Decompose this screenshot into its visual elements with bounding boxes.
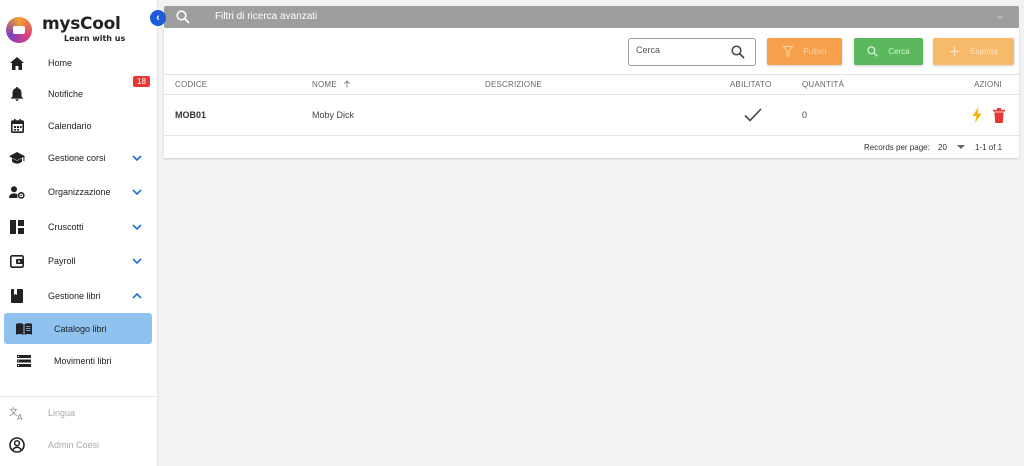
table-footer: Records per page: 20 1-1 of 1 <box>164 136 1019 158</box>
sidebar-item-user-account[interactable]: Admin Coesi <box>0 430 158 460</box>
pagination-range: 1-1 of 1 <box>975 143 1003 152</box>
column-header-abilitato[interactable]: ABILITATO <box>730 80 771 89</box>
cell-quantita: 0 <box>802 110 808 120</box>
chevron-left-icon: ‹ <box>156 12 160 24</box>
sidebar-item-label: Catalogo libri <box>54 323 107 334</box>
notification-badge: 18 <box>133 76 150 87</box>
sidebar-item-label: Gestione corsi <box>48 153 106 163</box>
sidebar-item-label: Calendario <box>48 121 92 131</box>
dropdown-arrow-icon[interactable] <box>957 145 965 149</box>
column-header-label: NOME <box>312 80 337 89</box>
advanced-filter-bar[interactable]: Filtri di ricerca avanzati <box>164 6 1019 28</box>
chevron-down-icon[interactable] <box>131 152 143 164</box>
cell-codice: MOB01 <box>175 110 207 120</box>
chevron-up-icon[interactable] <box>131 290 143 302</box>
search-input[interactable] <box>636 45 726 55</box>
sidebar-item-lingua[interactable]: 文A Lingua <box>0 398 158 428</box>
list-icon <box>16 353 32 369</box>
sidebar-item-label: Gestione libri <box>48 291 101 301</box>
sidebar-item-label: Movimenti libri <box>54 355 112 366</box>
app-name: mysCool <box>42 14 121 34</box>
sidebar-item-organizzazione[interactable]: Organizzazione <box>0 177 158 207</box>
sidebar-item-gestione-corsi[interactable]: Gestione corsi <box>0 143 158 173</box>
bell-icon <box>9 86 25 102</box>
chevron-down-icon[interactable] <box>131 186 143 198</box>
clear-button[interactable]: Pulisci <box>767 38 842 65</box>
search-icon <box>176 10 190 24</box>
filter-bar-title: Filtri di ricerca avanzati <box>215 11 318 22</box>
sidebar-item-cruscotti[interactable]: Cruscotti <box>0 212 158 242</box>
sidebar-item-label: Lingua <box>48 408 76 418</box>
sidebar-item-label: Payroll <box>48 256 76 266</box>
sidebar-item-label: Notifiche <box>48 89 84 99</box>
app-logo[interactable]: mysCool Learn with us <box>6 14 156 46</box>
sidebar-item-label: Home <box>48 58 73 68</box>
cell-nome: Moby Dick <box>312 110 355 120</box>
logo-icon <box>6 17 32 43</box>
chevron-down-icon[interactable] <box>131 221 143 233</box>
sidebar-item-home[interactable]: Home <box>0 48 158 78</box>
sidebar-item-movimenti-libri[interactable]: Movimenti libri <box>4 345 152 376</box>
table-header: CODICE NOME DESCRIZIONE ABILITATO QUANTI… <box>164 74 1019 95</box>
column-header-descrizione[interactable]: DESCRIZIONE <box>485 80 542 89</box>
sort-ascending-icon <box>344 80 351 88</box>
chevron-down-icon[interactable] <box>995 12 1005 22</box>
sidebar-item-gestione-libri[interactable]: Gestione libri <box>0 281 158 311</box>
clear-filter-icon <box>782 46 793 57</box>
account-circle-icon <box>9 437 25 453</box>
delete-icon[interactable] <box>992 108 1006 123</box>
translate-icon: 文A <box>9 405 25 421</box>
chevron-down-icon[interactable] <box>131 255 143 267</box>
clear-button-label: Pulisci <box>803 47 827 56</box>
search-field[interactable] <box>628 38 756 66</box>
dashboard-icon <box>9 219 25 235</box>
lightning-icon[interactable] <box>971 107 983 123</box>
wallet-icon <box>9 253 25 269</box>
book-catalog-card: Pulisci Cerca Esporta CODICE NOME DESCRI… <box>164 28 1019 158</box>
export-icon <box>949 46 960 57</box>
search-icon[interactable] <box>731 45 745 59</box>
export-button-label: Esporta <box>970 47 998 56</box>
search-button[interactable]: Cerca <box>854 38 923 65</box>
sidebar-divider <box>0 396 158 397</box>
table-row[interactable]: MOB01 Moby Dick 0 <box>164 95 1019 136</box>
records-per-page-select[interactable]: 20 <box>938 143 947 152</box>
sidebar-item-calendario[interactable]: Calendario <box>0 111 158 141</box>
export-button[interactable]: Esporta <box>933 38 1014 65</box>
search-icon <box>867 46 879 57</box>
sidebar-collapse-button[interactable]: ‹ <box>150 10 166 26</box>
sidebar-item-payroll[interactable]: Payroll <box>0 246 158 276</box>
graduation-cap-icon <box>9 150 25 166</box>
sidebar: mysCool Learn with us Home Notifiche 18 … <box>0 0 158 466</box>
svg-text:A: A <box>17 413 23 421</box>
column-header-nome[interactable]: NOME <box>312 80 351 89</box>
sidebar-item-label: Organizzazione <box>48 187 111 197</box>
home-icon <box>9 55 25 71</box>
column-header-azioni: AZIONI <box>974 80 1002 89</box>
search-button-label: Cerca <box>888 47 910 56</box>
app-tagline: Learn with us <box>64 34 126 43</box>
column-header-quantita[interactable]: QUANTITÀ <box>802 80 844 89</box>
sidebar-item-label: Admin Coesi <box>48 440 100 450</box>
sidebar-item-label: Cruscotti <box>48 222 84 232</box>
book-icon <box>9 288 25 304</box>
sidebar-item-catalogo-libri[interactable]: Catalogo libri <box>4 313 152 344</box>
open-book-icon <box>16 321 32 337</box>
user-settings-icon <box>9 184 25 200</box>
calendar-icon <box>9 118 25 134</box>
column-header-codice[interactable]: CODICE <box>175 80 207 89</box>
enabled-check-icon <box>744 108 762 122</box>
records-per-page-label: Records per page: <box>864 143 930 152</box>
